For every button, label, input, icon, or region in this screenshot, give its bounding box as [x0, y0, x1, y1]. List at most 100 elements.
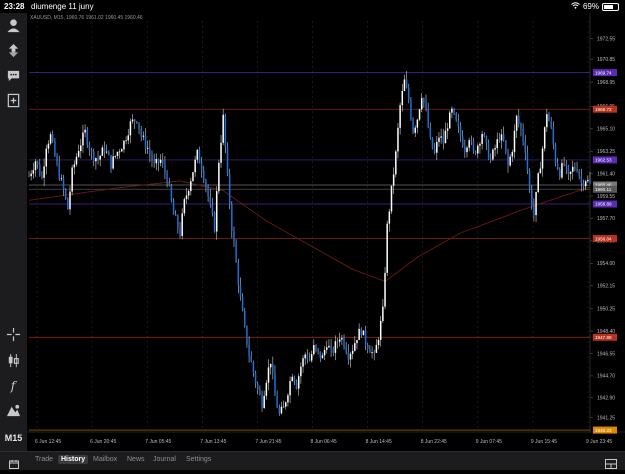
candle-body — [64, 189, 67, 199]
candle-body — [84, 129, 86, 133]
candle-body — [248, 344, 250, 356]
candle-body — [349, 353, 352, 360]
time-label: 8 Jun 22:45 — [421, 439, 447, 445]
candle-body — [269, 363, 272, 368]
candle-body — [205, 180, 207, 187]
candle-body — [82, 132, 84, 146]
level-tag-orange-bottom: 1940.23 — [593, 426, 617, 434]
candle-body — [354, 343, 356, 351]
chat-icon[interactable] — [4, 66, 23, 85]
candle-body — [371, 352, 373, 354]
candle-body — [446, 128, 449, 131]
tab-history[interactable]: History — [58, 455, 89, 464]
candle-body — [272, 363, 274, 373]
candle-body — [60, 178, 63, 180]
candle-body — [436, 142, 438, 153]
tab-settings[interactable]: Settings — [186, 456, 211, 463]
calendar-icon[interactable] — [9, 456, 19, 469]
candle-body — [116, 151, 119, 156]
candle-body — [526, 152, 529, 171]
candle-body — [565, 164, 568, 166]
tab-mailbox[interactable]: Mailbox — [93, 456, 117, 463]
candle-body — [414, 127, 416, 133]
chart-type-icon[interactable] — [4, 351, 23, 370]
time-label: 8 Jun 14:45 — [366, 439, 392, 445]
candle-body — [369, 349, 371, 353]
candle-body — [177, 215, 179, 229]
candle-body — [382, 306, 384, 322]
candle-body — [509, 156, 511, 166]
candle-body — [308, 359, 311, 361]
crosshair-icon[interactable] — [4, 325, 23, 344]
candle-body — [244, 310, 246, 326]
objects-icon[interactable] — [4, 401, 23, 420]
candle-body — [45, 148, 48, 167]
price-label: 1961.40 — [597, 171, 615, 177]
candle-body — [34, 161, 37, 171]
tab-news[interactable]: News — [127, 456, 145, 463]
svg-text:1966.72: 1966.72 — [595, 107, 612, 112]
candle-body — [420, 98, 423, 110]
candle-body — [174, 214, 177, 216]
candle-body — [149, 148, 151, 155]
candle-body — [455, 113, 457, 121]
candle-body — [550, 121, 552, 128]
price-label: 1959.55 — [597, 194, 615, 200]
candle-body — [32, 170, 35, 174]
price-label: 1954.00 — [597, 261, 615, 267]
candle-body — [162, 159, 164, 164]
symbols-icon[interactable] — [4, 41, 23, 60]
candle-body — [259, 389, 261, 395]
candle-body — [138, 122, 140, 130]
candle-body — [166, 173, 168, 184]
candle-body — [483, 134, 486, 137]
time-label: 6 Jun 12:45 — [35, 439, 61, 445]
candle-body — [576, 169, 578, 171]
candle-body — [121, 149, 123, 152]
candle-body — [423, 98, 425, 103]
account-icon[interactable] — [4, 16, 23, 35]
candle-body — [474, 151, 477, 154]
candle-body — [168, 183, 171, 186]
price-label: 1972.55 — [597, 36, 615, 42]
candle-body — [373, 352, 375, 354]
candle-body — [498, 139, 501, 141]
candle-body — [584, 181, 587, 187]
candle-body — [209, 196, 211, 205]
candle-body — [502, 134, 505, 141]
candle-body — [144, 135, 147, 149]
candle-body — [213, 212, 216, 232]
candle-body — [265, 382, 268, 396]
candle-body — [399, 105, 401, 128]
layout-icon[interactable] — [605, 456, 617, 469]
candle-body — [468, 140, 470, 148]
candle-body — [479, 143, 481, 146]
candle-body — [125, 140, 127, 142]
timeframe-button[interactable]: M15 — [4, 428, 23, 447]
candle-body — [563, 163, 565, 165]
tab-trade[interactable]: Trade — [35, 456, 53, 463]
left-toolbar: f M15 — [0, 13, 27, 451]
candle-body — [300, 366, 302, 377]
time-label: 9 Jun 23:45 — [586, 439, 612, 445]
indicators-icon[interactable]: f — [4, 376, 23, 395]
candle-body — [194, 159, 196, 173]
candle-body — [332, 349, 334, 353]
candle-body — [118, 151, 121, 153]
candle-body — [552, 127, 555, 145]
candle-body — [578, 170, 580, 177]
candle-body — [71, 167, 73, 192]
level-tag-ask: 1960.11 — [593, 185, 617, 193]
candle-body — [587, 179, 589, 182]
price-chart[interactable]: XAUUSD, M15, 1960.76 1961.02 1960.45 196… — [27, 13, 625, 451]
candle-body — [496, 139, 498, 149]
candle-body — [172, 200, 175, 215]
level-tag-red-mid: 1956.04 — [593, 235, 617, 243]
level-tag-purple-top: 1969.74 — [593, 69, 617, 77]
candle-body — [67, 198, 69, 210]
battery-icon — [602, 2, 619, 11]
candle-body — [427, 108, 429, 127]
tab-journal[interactable]: Journal — [153, 456, 176, 463]
new-order-icon[interactable] — [4, 91, 23, 110]
candle-body — [146, 148, 149, 150]
